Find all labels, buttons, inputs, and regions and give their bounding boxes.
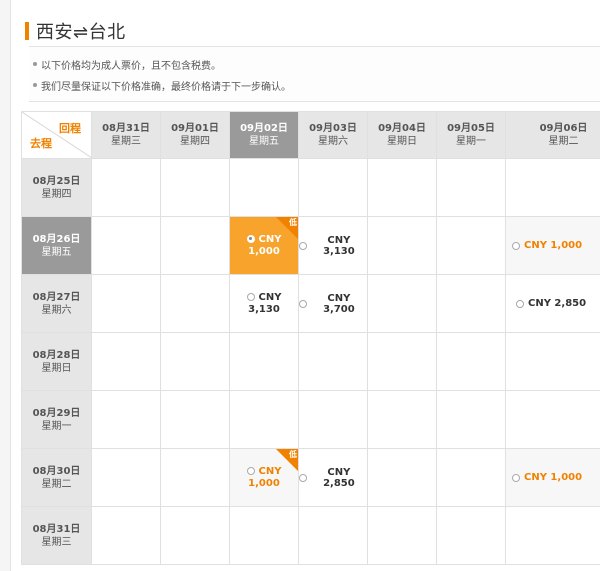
price-cell-empty <box>436 274 506 333</box>
route-title-text: 西安⇌台北 <box>36 22 126 43</box>
price-cell-empty <box>505 332 600 391</box>
radio-button[interactable] <box>299 241 307 250</box>
radio-button[interactable] <box>512 473 520 482</box>
radio-selected[interactable] <box>246 234 255 243</box>
price-cell-empty <box>160 332 230 391</box>
column-header-return-date[interactable]: 08月31日 星期三 <box>91 111 161 159</box>
header-row: 回程 去程 08月31日 星期三 09月01日 星期四 09月02日 星期五 09月0… <box>21 111 600 159</box>
row-header-depart-date[interactable]: 08月28日 星期日 <box>21 332 92 391</box>
price-cell[interactable]: CNY 2,850 <box>298 448 368 507</box>
radio-button[interactable] <box>246 466 255 475</box>
price-cell-empty <box>229 332 299 391</box>
calendar-row: 08月28日 星期日 <box>21 332 600 391</box>
price-cell-empty <box>367 332 437 391</box>
radio-button[interactable] <box>299 473 307 482</box>
price-cell-empty <box>367 216 437 275</box>
price-cell-empty <box>91 506 161 565</box>
price-cell-empty <box>229 506 299 565</box>
column-header-return-date[interactable]: 09月03日 星期六 <box>298 111 368 159</box>
radio-button[interactable] <box>299 299 307 308</box>
price-cell-low[interactable]: 低 CNY 1,000 <box>505 448 600 507</box>
return-label: 回程 <box>59 122 81 135</box>
price-cell-empty <box>367 158 437 217</box>
price-cell-empty <box>160 390 230 449</box>
calendar-row: 08月29日 星期一 <box>21 390 600 449</box>
price-cell-empty <box>298 390 368 449</box>
price-cell-empty <box>91 332 161 391</box>
calendar-row: 08月31日 星期三 <box>21 506 600 565</box>
row-header-depart-date[interactable]: 08月25日 星期四 <box>21 158 92 217</box>
calendar-row: 08月27日 星期六 CNY 3,130 CNY 3,700 CNY 2,850 <box>21 274 600 333</box>
price-cell-empty <box>160 274 230 333</box>
price-cell-empty <box>436 216 506 275</box>
price-cell-empty <box>505 390 600 449</box>
price-cell-selected[interactable]: 低 CNY 1,000 <box>229 216 299 275</box>
calendar-row: 08月26日星期五 低 CNY 1,000 CNY 3,130 低 CNY 1,… <box>21 216 600 275</box>
price-cell-empty <box>367 448 437 507</box>
calendar-row: 08月30日星期二 低 CNY 1,000 CNY 2,850 低 CNY 1,… <box>21 448 600 507</box>
row-header-depart-date[interactable]: 08月29日 星期一 <box>21 390 92 449</box>
price-calendar-table: 回程 去程 08月31日 星期三 09月01日 星期四 09月02日 星期五 09月0… <box>21 111 600 565</box>
price-cell-empty <box>505 506 600 565</box>
price-cell-empty <box>367 390 437 449</box>
column-header-return-date[interactable]: 09月05日 星期一 <box>436 111 506 159</box>
price-cell-empty <box>436 506 506 565</box>
route-title: 西安⇌台北 <box>25 20 126 43</box>
price-cell-empty <box>160 216 230 275</box>
price-cell-empty <box>91 158 161 217</box>
row-header-depart-date-selected[interactable]: 08月26日 星期五 <box>21 216 92 275</box>
row-header-depart-date[interactable]: 08月30日 星期二 <box>21 448 92 507</box>
depart-label: 去程 <box>30 137 52 150</box>
price-cell-empty <box>436 390 506 449</box>
price-notes: 以下价格均为成人票价，且不包含税费。 我们尽量保证以下价格准确，最终价格请于下一… <box>29 46 600 102</box>
note-item: 以下价格均为成人票价，且不包含税费。 <box>33 57 600 72</box>
price-cell-empty <box>91 274 161 333</box>
price-cell-empty <box>367 506 437 565</box>
price-cell-empty <box>160 506 230 565</box>
price-cell-empty <box>436 332 506 391</box>
row-header-depart-date[interactable]: 08月31日 星期三 <box>21 506 92 565</box>
price-cell-empty <box>91 216 161 275</box>
bullet-icon <box>33 83 37 87</box>
radio-button[interactable] <box>516 299 524 308</box>
price-cell-low[interactable]: 低 CNY 1,000 <box>229 448 299 507</box>
price-cell-empty <box>229 158 299 217</box>
row-header-depart-date[interactable]: 08月27日 星期六 <box>21 274 92 333</box>
radio-button[interactable] <box>246 292 255 301</box>
price-cell[interactable]: CNY 3,130 <box>298 216 368 275</box>
price-cell-empty <box>160 448 230 507</box>
price-cell-empty <box>229 390 299 449</box>
radio-button[interactable] <box>512 241 520 250</box>
price-cell-empty <box>298 332 368 391</box>
bullet-icon <box>33 62 37 66</box>
price-cell-empty <box>436 158 506 217</box>
calendar-row: 08月25日 星期四 <box>21 158 600 217</box>
price-cell-empty <box>298 506 368 565</box>
price-cell-empty <box>91 448 161 507</box>
price-cell-empty <box>160 158 230 217</box>
column-header-return-date[interactable]: 09月06日 星期二 <box>505 111 600 159</box>
price-cell[interactable]: CNY 3,700 <box>298 274 368 333</box>
price-cell-empty <box>91 390 161 449</box>
corner-header: 回程 去程 <box>21 111 92 159</box>
price-cell[interactable]: CNY 3,130 <box>229 274 299 333</box>
price-cell-low[interactable]: 低 CNY 1,000 <box>505 216 600 275</box>
note-item: 我们尽量保证以下价格准确，最终价格请于下一步确认。 <box>33 78 600 93</box>
price-cell-empty <box>436 448 506 507</box>
column-header-return-date-selected[interactable]: 09月02日 星期五 <box>229 111 299 159</box>
price-cell-empty <box>505 158 600 217</box>
price-cell-empty <box>298 158 368 217</box>
price-cell[interactable]: CNY 2,850 <box>505 274 600 333</box>
title-accent-bar <box>25 22 29 40</box>
column-header-return-date[interactable]: 09月01日 星期四 <box>160 111 230 159</box>
price-cell-empty <box>367 274 437 333</box>
column-header-return-date[interactable]: 09月04日 星期日 <box>367 111 437 159</box>
